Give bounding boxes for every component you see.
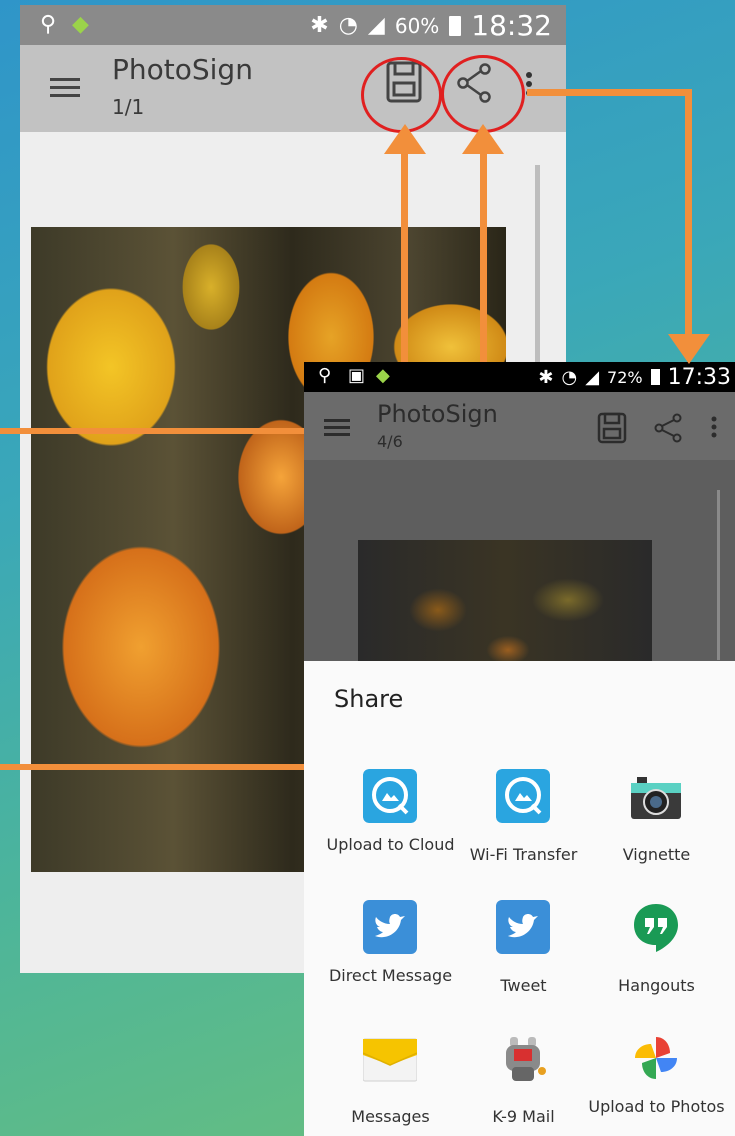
app-title: PhotoSign	[112, 53, 253, 86]
twitter-icon	[496, 900, 550, 954]
share-title: Share	[334, 685, 404, 713]
share-arrow-line	[480, 150, 487, 362]
share-sheet: Share Upload to Cloud Wi-Fi Transfer Vig…	[304, 661, 735, 1136]
share-target-hangouts[interactable]: Hangouts	[585, 900, 728, 1010]
envelope-icon	[363, 1038, 417, 1082]
battery-icon	[449, 15, 462, 36]
location-icon: ⚲	[40, 12, 57, 37]
clock: 18:32	[471, 9, 552, 42]
share-target-wifi-transfer[interactable]: Wi-Fi Transfer	[452, 769, 595, 879]
gallery-icon: ▣	[348, 365, 366, 386]
clock: 17:33	[667, 364, 731, 390]
hamburger-menu-icon[interactable]	[50, 78, 80, 98]
page-counter: 1/1	[112, 95, 145, 119]
signal-icon: ◢	[585, 366, 600, 388]
bluetooth-icon: ✱	[310, 13, 329, 38]
share-arrow-head	[462, 124, 504, 154]
overflow-menu-icon[interactable]	[710, 416, 718, 438]
overflow-arrow-vertical	[685, 89, 692, 334]
status-bar: ⚲ ▣ ◆ ✱ ◔ ◢ 72% 17:33	[304, 362, 735, 392]
twitter-icon	[363, 900, 417, 954]
share-target-tweet[interactable]: Tweet	[452, 900, 595, 1010]
wifi-icon: ◔	[338, 13, 358, 38]
share-highlight-circle	[441, 55, 525, 133]
k9-mail-icon	[506, 1037, 546, 1081]
hangouts-icon	[634, 904, 678, 952]
overflow-arrow-head	[668, 334, 710, 364]
android-icon: ◆	[72, 12, 89, 37]
wifi-transfer-icon	[496, 769, 550, 823]
android-icon: ◆	[376, 365, 390, 386]
share-target-k9-mail[interactable]: K-9 Mail	[452, 1031, 595, 1136]
photo-guide-line-top	[0, 428, 304, 434]
share-target-upload-to-cloud[interactable]: Upload to Cloud	[319, 769, 462, 879]
wifi-icon: ◔	[561, 366, 578, 388]
save-highlight-circle	[361, 57, 442, 133]
signal-icon: ◢	[367, 13, 385, 38]
app-toolbar: PhotoSign 4/6	[304, 392, 735, 460]
battery-percent: 60%	[394, 13, 440, 38]
battery-icon	[650, 369, 660, 385]
cloud-upload-icon	[363, 769, 417, 823]
photo-guide-line-bottom	[0, 764, 304, 770]
share-target-direct-message[interactable]: Direct Message	[319, 900, 462, 1010]
bluetooth-icon: ✱	[538, 366, 554, 388]
share-target-vignette[interactable]: Vignette	[585, 769, 728, 879]
share-target-messages[interactable]: Messages	[319, 1031, 462, 1136]
location-icon: ⚲	[318, 365, 332, 386]
battery-percent: 72%	[607, 367, 643, 387]
status-bar: ⚲ ◆ ✱ ◔ ◢ 60% 18:32	[20, 5, 566, 45]
share-target-upload-to-photos[interactable]: Upload to Photos	[585, 1031, 728, 1136]
overflow-arrow-horizontal	[527, 89, 692, 96]
save-arrow-head	[384, 124, 426, 154]
scrollbar[interactable]	[717, 490, 720, 660]
photo-thumbnail	[358, 540, 652, 670]
page-counter: 4/6	[377, 432, 403, 451]
save-icon[interactable]	[597, 412, 627, 444]
app-title: PhotoSign	[377, 400, 498, 428]
camera-icon	[631, 777, 681, 819]
front-phone-screen: ⚲ ▣ ◆ ✱ ◔ ◢ 72% 17:33 PhotoSign 4/6 Shar…	[304, 362, 735, 1136]
save-arrow-line	[401, 150, 408, 362]
share-icon[interactable]	[654, 413, 682, 443]
photos-pinwheel-icon	[635, 1037, 677, 1079]
hamburger-menu-icon[interactable]	[324, 419, 350, 436]
